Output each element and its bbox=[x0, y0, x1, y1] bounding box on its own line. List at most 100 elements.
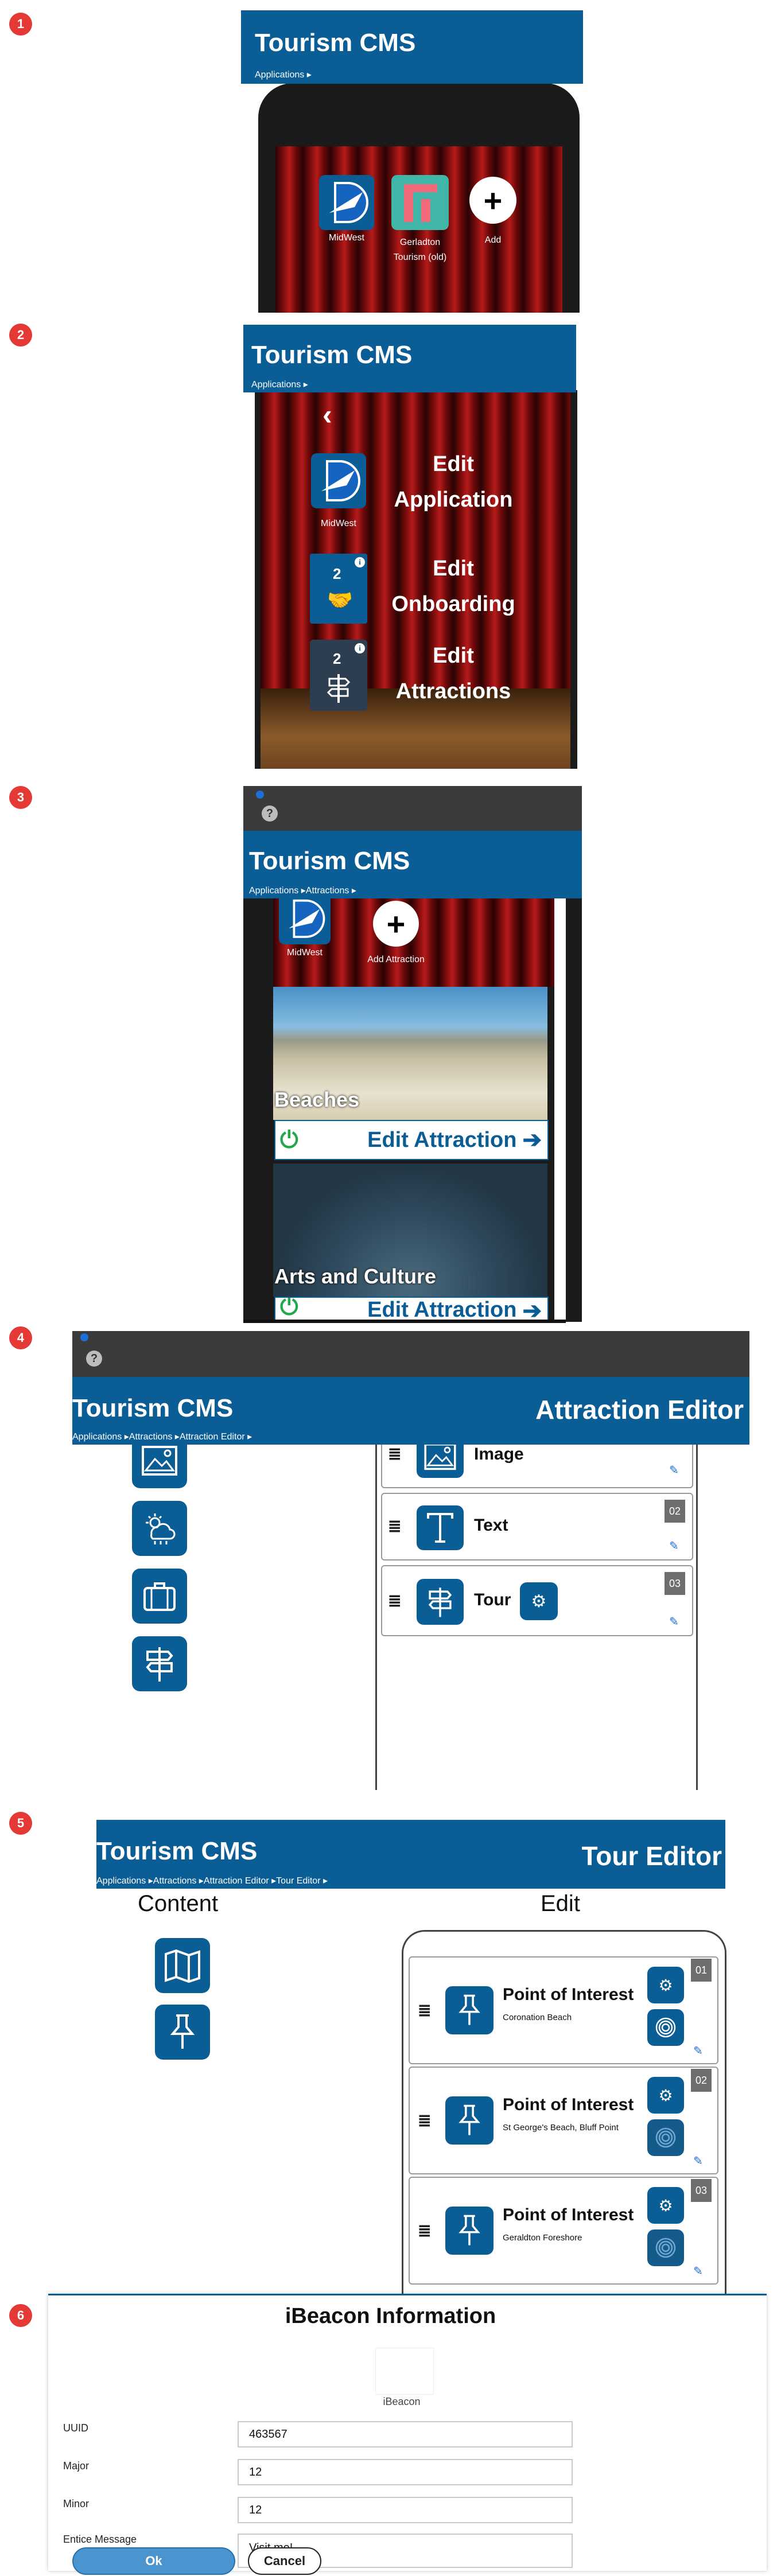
breadcrumb-attractions[interactable]: Attractions bbox=[122, 1432, 172, 1442]
edit-icon[interactable]: ✎ bbox=[693, 2154, 703, 2168]
breadcrumb-attractions[interactable]: Attractions bbox=[298, 886, 349, 896]
text-icon bbox=[427, 1513, 453, 1543]
major-label: Major bbox=[63, 2460, 90, 2472]
signpost-icon bbox=[327, 674, 350, 703]
breadcrumb-applications[interactable]: Applications bbox=[96, 1876, 146, 1886]
point-subtitle: Coronation Beach bbox=[503, 2013, 572, 2022]
point-settings-button[interactable]: ⚙ bbox=[647, 2187, 684, 2224]
gerladton-app-button[interactable] bbox=[391, 175, 449, 230]
ibeacon-button[interactable] bbox=[647, 2119, 684, 2156]
gears-icon: ⚙ bbox=[658, 2085, 673, 2105]
add-tour-button[interactable] bbox=[132, 1636, 187, 1691]
breadcrumb-applications[interactable]: Applications bbox=[251, 380, 301, 390]
edit-icon[interactable]: ✎ bbox=[669, 1614, 679, 1629]
step-badge-2: 2 bbox=[9, 324, 32, 347]
breadcrumb-attraction-editor[interactable]: Attraction Editor bbox=[172, 1432, 244, 1442]
status-dot bbox=[80, 1333, 88, 1341]
ibeacon-button[interactable] bbox=[647, 2009, 684, 2046]
edit-icon[interactable]: ✎ bbox=[669, 1539, 679, 1553]
content-item-label: Image bbox=[474, 1445, 524, 1464]
phone-bottom-edge bbox=[243, 1320, 566, 1323]
drag-handle-icon[interactable]: ≣ bbox=[388, 1591, 401, 1610]
power-icon[interactable]: ⏻ bbox=[280, 1298, 298, 1320]
add-attraction-button[interactable]: + bbox=[373, 901, 419, 947]
signpost-icon bbox=[428, 1587, 452, 1617]
pushpin-tile bbox=[445, 2096, 494, 2145]
app-title: Tourism CMS bbox=[96, 1837, 258, 1865]
app-label-add: Add bbox=[484, 235, 502, 245]
cms-header: Tourism CMS Attraction Editor Applicatio… bbox=[72, 1377, 749, 1445]
edit-attraction-button-arts[interactable]: ⏻ Edit Attraction ➔ bbox=[274, 1297, 549, 1322]
edit-attractions-button[interactable]: Edit Attractions bbox=[373, 638, 534, 709]
add-app-button[interactable]: + bbox=[469, 177, 516, 224]
point-of-interest-item[interactable]: ≣ Point of Interest Geraldton Foreshore … bbox=[409, 2177, 718, 2285]
edit-icon[interactable]: ✎ bbox=[669, 1463, 679, 1477]
add-point-of-interest-button[interactable] bbox=[155, 2005, 210, 2060]
attractions-tile: 2 i bbox=[310, 640, 367, 711]
help-icon[interactable]: ? bbox=[86, 1351, 102, 1367]
edit-onboarding-button[interactable]: Edit Onboarding bbox=[373, 551, 534, 622]
point-settings-button[interactable]: ⚙ bbox=[647, 1967, 684, 2003]
breadcrumb-applications[interactable]: Applications bbox=[249, 886, 298, 896]
edit-attraction-button-beaches[interactable]: ⏻ Edit Attraction ➔ bbox=[274, 1120, 549, 1160]
tour-settings-button[interactable]: ⚙ bbox=[520, 1582, 558, 1620]
info-icon[interactable]: i bbox=[355, 557, 365, 567]
step-badge-5: 5 bbox=[9, 1812, 32, 1835]
signpost-icon bbox=[146, 1647, 173, 1682]
breadcrumb: ApplicationsAttractions bbox=[249, 885, 356, 896]
add-luggage-button[interactable] bbox=[132, 1569, 187, 1624]
fingerprint-icon bbox=[655, 2238, 676, 2258]
breadcrumb-attractions[interactable]: Attractions bbox=[146, 1876, 196, 1886]
point-title: Point of Interest bbox=[503, 2205, 634, 2224]
edit-application-button[interactable]: Edit Application bbox=[373, 446, 534, 517]
point-settings-button[interactable]: ⚙ bbox=[647, 2077, 684, 2114]
order-number: 02 bbox=[691, 2069, 712, 2092]
edit-icon[interactable]: ✎ bbox=[693, 2044, 703, 2058]
minor-field[interactable]: 12 bbox=[238, 2497, 573, 2523]
back-button[interactable]: ‹ bbox=[322, 398, 332, 431]
drag-handle-icon[interactable]: ≣ bbox=[388, 1517, 401, 1536]
cms-header: Tourism CMS ApplicationsAttractions bbox=[243, 831, 582, 898]
cancel-button[interactable]: Cancel bbox=[248, 2547, 321, 2575]
drag-handle-icon[interactable]: ≣ bbox=[418, 2111, 431, 2130]
gears-icon: ⚙ bbox=[531, 1591, 547, 1612]
point-subtitle: St George's Beach, Bluff Point bbox=[503, 2123, 619, 2133]
midwest-logo bbox=[279, 898, 331, 944]
image-icon bbox=[424, 1443, 456, 1470]
breadcrumb-tour-editor[interactable]: Tour Editor bbox=[269, 1876, 321, 1886]
info-icon[interactable]: i bbox=[355, 643, 365, 653]
arrow-right-circle-icon: ➔ bbox=[522, 1298, 542, 1322]
ibeacon-button[interactable] bbox=[647, 2229, 684, 2266]
image-icon bbox=[142, 1446, 177, 1476]
midwest-logo bbox=[311, 453, 366, 508]
uuid-field[interactable]: 463567 bbox=[238, 2421, 573, 2447]
add-map-button[interactable] bbox=[155, 1938, 210, 1993]
add-weather-button[interactable] bbox=[132, 1501, 187, 1556]
pushpin-tile bbox=[445, 1986, 494, 2034]
content-item-tour[interactable]: ≣ Tour ⚙ 03 ✎ bbox=[381, 1565, 693, 1636]
edit-icon[interactable]: ✎ bbox=[693, 2264, 703, 2278]
point-of-interest-item[interactable]: ≣ Point of Interest Coronation Beach ⚙ 0… bbox=[409, 1956, 718, 2064]
cms-header: Tourism CMS Applications bbox=[243, 325, 576, 392]
major-field[interactable]: 12 bbox=[238, 2459, 573, 2485]
status-dot bbox=[256, 791, 264, 799]
breadcrumb-attraction-editor[interactable]: Attraction Editor bbox=[196, 1876, 269, 1886]
fingerprint-icon bbox=[655, 2017, 676, 2038]
breadcrumb-applications[interactable]: Applications bbox=[72, 1432, 122, 1442]
pushpin-icon bbox=[459, 1994, 480, 2025]
content-item-text[interactable]: ≣ Text 02 ✎ bbox=[381, 1493, 693, 1561]
drag-handle-icon[interactable]: ≣ bbox=[418, 2221, 431, 2240]
breadcrumb-applications[interactable]: Applications bbox=[255, 70, 304, 80]
help-icon[interactable]: ? bbox=[262, 806, 278, 822]
fingerprint-icon bbox=[655, 2127, 676, 2148]
drag-handle-icon[interactable]: ≣ bbox=[388, 1445, 401, 1464]
ok-button[interactable]: Ok bbox=[72, 2547, 235, 2575]
cms-header: Tourism CMS Tour Editor ApplicationsAttr… bbox=[96, 1820, 725, 1889]
point-title: Point of Interest bbox=[503, 1985, 634, 2004]
point-of-interest-item[interactable]: ≣ Point of Interest St George's Beach, B… bbox=[409, 2067, 718, 2174]
onboarding-tile: 2 🤝 i bbox=[310, 554, 367, 624]
drag-handle-icon[interactable]: ≣ bbox=[418, 2001, 431, 2020]
midwest-app-button[interactable] bbox=[319, 175, 374, 230]
cms-header: Tourism CMS Applications bbox=[241, 10, 583, 84]
power-icon[interactable]: ⏻ bbox=[280, 1127, 298, 1153]
